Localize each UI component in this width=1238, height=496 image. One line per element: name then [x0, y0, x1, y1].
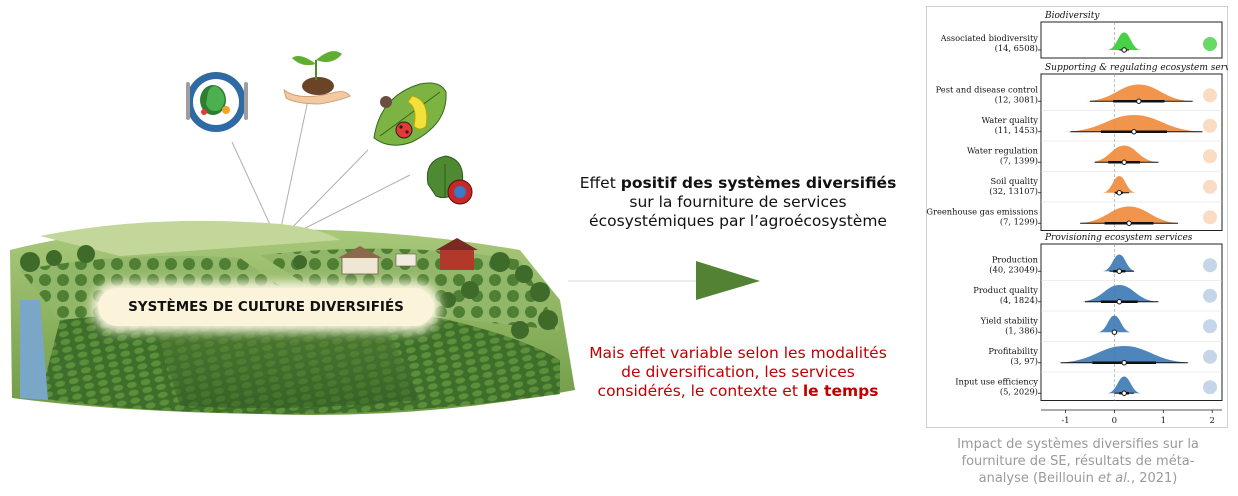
meta-analysis-chart: Biodiversity Associated biodiversity(14, … — [926, 6, 1228, 428]
stability-chart-icon — [1203, 319, 1217, 334]
row-sample-size: (7, 1399) — [1000, 155, 1038, 165]
butterfly-icon — [1203, 37, 1217, 51]
estimate-point — [1131, 129, 1137, 135]
row-label: Water quality — [981, 115, 1038, 125]
row-label: Production — [992, 254, 1039, 264]
caption-line3-suffix: , 2021) — [1130, 471, 1178, 486]
caption-line3-italic: et al. — [1098, 471, 1131, 486]
estimate-point — [1121, 360, 1127, 366]
row-sample-size: (32, 13107) — [989, 186, 1038, 196]
row-label: Soil quality — [990, 176, 1038, 186]
plant-disease-icon — [426, 155, 473, 205]
row-sample-size: (7, 1299) — [1000, 216, 1038, 226]
row-label: Profitability — [988, 346, 1038, 356]
diversified-systems-badge: SYSTÈMES DE CULTURE DIVERSIFIÉS — [98, 288, 434, 326]
estimate-point — [1111, 329, 1118, 335]
variable-effect-line3-prefix: considérés, le contexte et — [597, 382, 803, 400]
banknote-icon — [1203, 349, 1217, 364]
positive-effect-line3: écosystémiques par l’agroécosystème — [589, 212, 887, 230]
positive-effect-line1-bold: positif des systèmes diversifiés — [620, 174, 897, 192]
estimate-point — [1116, 190, 1122, 196]
variable-effect-line1: Mais effet variable selon les modalités — [589, 344, 887, 362]
row-label: Input use efficiency — [955, 376, 1038, 386]
x-tick-label: 1 — [1161, 416, 1166, 426]
row-label: Pest and disease control — [936, 84, 1039, 94]
positive-effect-message: Effet positif des systèmes diversifiés s… — [560, 174, 916, 231]
variable-effect-line2: de diversification, les services — [621, 363, 855, 381]
estimate-point — [1126, 220, 1132, 226]
row-sample-size: (12, 3081) — [995, 94, 1038, 104]
arrow-right-icon — [568, 261, 760, 300]
caption-line3-prefix: analyse (Beillouin — [978, 471, 1098, 486]
water-drop-icon — [1203, 118, 1217, 133]
row-sample-size: (4, 1824) — [1000, 295, 1038, 305]
estimate-point — [1136, 98, 1142, 104]
plate-icon — [186, 72, 248, 132]
caption-line2: fourniture de SE, résultats de méta- — [961, 454, 1195, 469]
x-tick-label: 2 — [1210, 416, 1215, 426]
water-drops-icon — [1203, 149, 1217, 164]
apple-icon — [1203, 288, 1217, 303]
panel-title: Biodiversity — [1044, 11, 1100, 21]
variable-effect-line3-bold: le temps — [802, 382, 879, 400]
panel-title: Supporting & regulating ecosystem servic… — [1045, 63, 1228, 73]
estimate-point — [1116, 268, 1122, 274]
variable-effect-message: Mais effet variable selon les modalités … — [560, 344, 916, 401]
positive-effect-line2: sur la fourniture de services — [629, 193, 847, 211]
estimate-point — [1121, 159, 1127, 165]
estimate-point — [1121, 390, 1127, 396]
wheat-icon — [1203, 258, 1217, 273]
x-tick-label: 0 — [1112, 416, 1117, 426]
seedling-hand-icon — [283, 51, 351, 105]
cloud-icon — [1203, 210, 1217, 225]
beetle-icon — [1203, 88, 1217, 103]
row-sample-size: (14, 6508) — [995, 43, 1038, 53]
x-tick-label: -1 — [1061, 416, 1069, 426]
panel-title: Provisioning ecosystem services — [1044, 233, 1193, 243]
farm-illustration — [10, 51, 575, 415]
row-label: Product quality — [973, 285, 1038, 295]
row-sample-size: (3, 97) — [1010, 356, 1038, 366]
row-sample-size: (1, 386) — [1005, 325, 1038, 335]
figure-caption: Impact de systèmes diversifies sur la fo… — [928, 436, 1228, 487]
gear-icon — [1203, 380, 1217, 395]
positive-effect-line1-prefix: Effet — [579, 174, 621, 192]
caption-line1: Impact de systèmes diversifies sur la — [957, 437, 1199, 452]
row-label: Water regulation — [967, 145, 1039, 155]
estimate-point — [1116, 299, 1122, 305]
row-label: Associated biodiversity — [940, 33, 1039, 43]
soil-icon — [1203, 179, 1217, 194]
leaf-insects-icon — [373, 82, 447, 146]
row-label: Yield stability — [980, 315, 1039, 325]
row-sample-size: (40, 23049) — [989, 264, 1038, 274]
row-sample-size: (11, 1453) — [995, 125, 1038, 135]
row-sample-size: (5, 2029) — [1000, 386, 1038, 396]
row-label: Greenhouse gas emissions — [926, 206, 1038, 216]
estimate-point — [1121, 47, 1127, 53]
